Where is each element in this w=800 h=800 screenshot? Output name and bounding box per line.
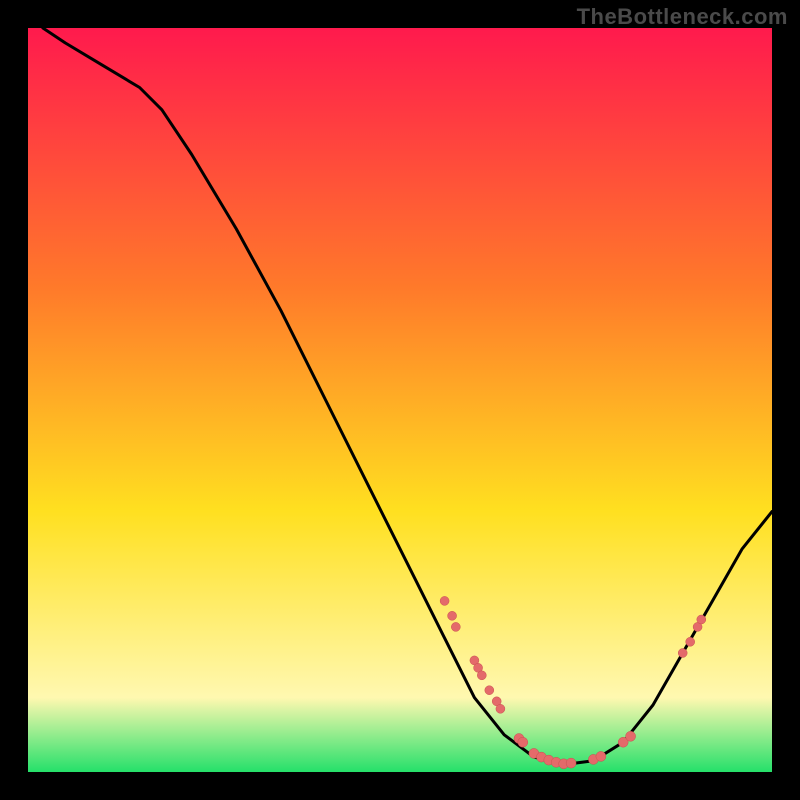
data-marker [697,615,706,624]
chart-svg [28,28,772,772]
data-marker [451,622,460,631]
data-marker [496,704,505,713]
data-marker [566,758,576,768]
data-marker [678,649,687,658]
gradient-background [28,28,772,772]
plot-area [28,28,772,772]
watermark-text: TheBottleneck.com [577,4,788,30]
data-marker [477,671,486,680]
data-marker [686,637,695,646]
data-marker [626,731,636,741]
data-marker [448,611,457,620]
data-marker [485,686,494,695]
data-marker [518,737,528,747]
data-marker [440,596,449,605]
data-marker [596,751,606,761]
chart-frame: TheBottleneck.com [0,0,800,800]
